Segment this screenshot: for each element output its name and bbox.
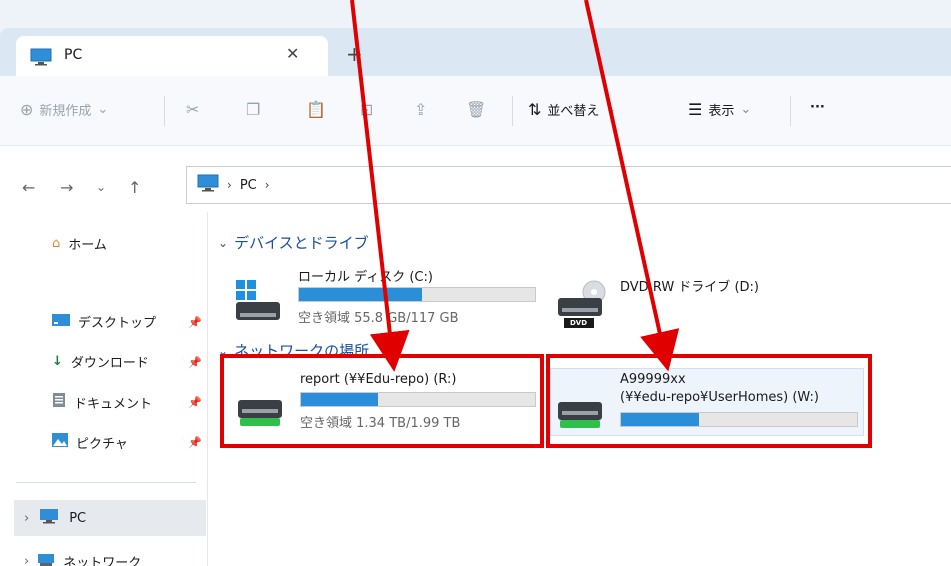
trash-icon: 🗑 bbox=[466, 100, 487, 119]
chevron-right-icon: › bbox=[227, 178, 232, 192]
sort-button[interactable]: ⇅ 並べ替え ⌄ bbox=[528, 100, 616, 119]
new-tab-button[interactable]: + bbox=[346, 42, 363, 66]
sidebar: ⌂ ホーム デスクトップ 📌 ↓ ダウンロード 📌 ドキュメント 📌 ピクチャ … bbox=[0, 212, 208, 566]
sort-icon: ⇅ bbox=[528, 100, 542, 119]
network-icon bbox=[37, 553, 55, 566]
drive-free-space: 空き領域 55.8 GB/117 GB bbox=[298, 311, 459, 326]
desktop-icon bbox=[52, 313, 70, 331]
address-bar[interactable]: › PC › bbox=[186, 166, 951, 204]
tab-pc[interactable]: PC ✕ bbox=[16, 36, 328, 76]
sidebar-item-downloads[interactable]: ↓ ダウンロード bbox=[52, 352, 149, 371]
highlight-box-w bbox=[546, 354, 872, 448]
separator bbox=[790, 96, 791, 126]
chevron-down-icon: ⌄ bbox=[97, 102, 109, 117]
chevron-down-icon: ⌄ bbox=[740, 102, 752, 117]
breadcrumb-pc[interactable]: PC bbox=[240, 178, 257, 193]
cut-button[interactable]: ✂ bbox=[186, 100, 199, 119]
view-list-icon: ☰ bbox=[688, 100, 703, 119]
delete-button[interactable]: 🗑 bbox=[466, 100, 486, 119]
pin-icon[interactable]: 📌 bbox=[188, 356, 202, 369]
chevron-right-icon: › bbox=[24, 510, 30, 526]
sidebar-item-pc[interactable]: › PC bbox=[14, 500, 206, 536]
copy-icon: ❐ bbox=[246, 100, 261, 119]
sidebar-item-desktop[interactable]: デスクトップ bbox=[52, 312, 156, 331]
paste-icon: 📋 bbox=[306, 100, 326, 119]
chevron-right-icon: › bbox=[264, 178, 270, 192]
sidebar-item-label: PC bbox=[69, 510, 87, 526]
pin-icon[interactable]: 📌 bbox=[188, 396, 202, 409]
drive-name: ローカル ディスク (C:) bbox=[298, 270, 433, 285]
sidebar-item-label: ネットワーク bbox=[63, 556, 142, 566]
back-arrow-icon[interactable]: ← bbox=[22, 178, 35, 197]
highlight-box-r bbox=[220, 354, 544, 448]
pc-icon bbox=[30, 48, 52, 70]
copy-button[interactable]: ❐ bbox=[246, 100, 260, 119]
hdd-windows-icon bbox=[234, 280, 280, 320]
sidebar-item-network[interactable]: › ネットワーク bbox=[24, 552, 141, 566]
pin-icon[interactable]: 📌 bbox=[188, 316, 202, 329]
usage-bar bbox=[298, 287, 536, 302]
home-icon: ⌂ bbox=[52, 236, 61, 251]
download-icon: ↓ bbox=[52, 354, 63, 369]
pin-icon[interactable]: 📌 bbox=[188, 436, 202, 449]
drive-dvd-d[interactable]: DVD DVD RW ドライブ (D:) bbox=[556, 266, 856, 328]
dvd-label: DVD bbox=[570, 319, 588, 327]
chevron-down-icon: ⌄ bbox=[605, 102, 617, 117]
chevron-right-icon: › bbox=[24, 554, 30, 566]
separator bbox=[512, 96, 513, 126]
picture-icon bbox=[52, 432, 68, 452]
chevron-down-icon: ⌄ bbox=[218, 235, 229, 250]
divider bbox=[16, 482, 196, 483]
scissors-icon: ✂ bbox=[186, 100, 200, 119]
command-bar: ⊕ 新規作成 ⌄ ✂ ❐ 📋 ⊡ ⇪ 🗑 ⇅ 並べ替え ⌄ ☰ 表示 ⌄ ··· bbox=[0, 76, 951, 146]
document-icon bbox=[52, 392, 66, 412]
tab-title: PC bbox=[64, 47, 83, 63]
up-arrow-icon[interactable]: ↑ bbox=[128, 178, 141, 197]
new-label: 新規作成 bbox=[39, 104, 92, 119]
usage-bar-fill bbox=[299, 288, 422, 301]
chevron-down-icon[interactable]: ⌄ bbox=[96, 180, 106, 194]
rename-icon: ⊡ bbox=[360, 100, 374, 119]
sidebar-item-label: デスクトップ bbox=[78, 316, 157, 331]
sidebar-item-documents[interactable]: ドキュメント bbox=[52, 392, 152, 412]
view-button[interactable]: ☰ 表示 ⌄ bbox=[688, 100, 751, 119]
pc-icon bbox=[39, 508, 59, 528]
share-icon: ⇪ bbox=[414, 100, 428, 119]
group-header-devices[interactable]: ⌄ デバイスとドライブ bbox=[218, 232, 369, 253]
forward-arrow-icon[interactable]: → bbox=[60, 178, 73, 197]
more-button[interactable]: ··· bbox=[810, 100, 825, 115]
group-header-label: デバイスとドライブ bbox=[234, 234, 369, 252]
pc-icon bbox=[197, 174, 219, 196]
dvd-drive-icon bbox=[556, 280, 606, 328]
paste-button[interactable]: 📋 bbox=[306, 100, 326, 119]
sidebar-item-home[interactable]: ⌂ ホーム bbox=[52, 234, 107, 253]
separator bbox=[164, 96, 165, 126]
sidebar-item-label: ピクチャ bbox=[76, 436, 128, 452]
sidebar-item-label: ホーム bbox=[68, 238, 107, 253]
view-label: 表示 bbox=[708, 104, 735, 119]
close-icon[interactable]: ✕ bbox=[286, 44, 299, 63]
share-button[interactable]: ⇪ bbox=[414, 100, 427, 119]
sidebar-item-label: ドキュメント bbox=[74, 396, 153, 412]
rename-button[interactable]: ⊡ bbox=[360, 100, 373, 119]
sidebar-item-pictures[interactable]: ピクチャ bbox=[52, 432, 128, 452]
sort-label: 並べ替え bbox=[547, 104, 600, 119]
drive-local-c[interactable]: ローカル ディスク (C:) 空き領域 55.8 GB/117 GB bbox=[234, 266, 544, 326]
drive-name: DVD RW ドライブ (D:) bbox=[620, 280, 759, 295]
plus-circle-icon: ⊕ bbox=[20, 100, 34, 119]
new-button[interactable]: ⊕ 新規作成 ⌄ bbox=[20, 100, 108, 119]
sidebar-item-label: ダウンロード bbox=[70, 356, 149, 371]
